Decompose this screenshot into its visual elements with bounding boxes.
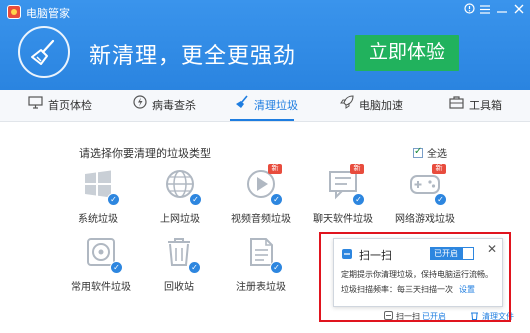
select-all-label: 全选 bbox=[427, 149, 447, 160]
junk-tile-registry[interactable]: ✓ 注册表垃圾 bbox=[224, 236, 298, 296]
check-icon: ✓ bbox=[270, 261, 283, 274]
junk-tile-system[interactable]: ✓ 系统垃圾 bbox=[61, 168, 135, 228]
new-badge: 新 bbox=[432, 164, 446, 174]
clean-files-label: 清理文件 bbox=[482, 312, 514, 321]
scan-icon bbox=[384, 311, 393, 320]
broom-icon bbox=[18, 26, 70, 78]
broom-icon bbox=[235, 90, 249, 122]
junk-tile-online-game[interactable]: 新 ✓ 网络游戏垃圾 bbox=[388, 164, 462, 228]
popup-description: 定期提示你清理垃圾，保持电脑运行流畅。 bbox=[341, 270, 493, 279]
skin-settings-icon[interactable] bbox=[461, 3, 477, 19]
nav-label: 电脑加速 bbox=[359, 100, 403, 112]
nav-label: 首页体检 bbox=[48, 100, 92, 112]
clean-files-button[interactable]: 清理文件 bbox=[470, 311, 514, 322]
check-icon: ✓ bbox=[270, 193, 283, 206]
nav-item-toolbox[interactable]: 工具箱 bbox=[449, 90, 502, 122]
junk-tile-chat[interactable]: 新 ✓ 聊天软件垃圾 bbox=[306, 164, 380, 228]
tile-label: 注册表垃圾 bbox=[236, 282, 286, 293]
nav-label: 工具箱 bbox=[469, 100, 502, 112]
select-all-checkbox[interactable]: 全选 bbox=[413, 145, 447, 160]
check-icon: ✓ bbox=[110, 261, 123, 274]
app-title: 电脑管家 bbox=[26, 8, 70, 20]
toolbox-icon bbox=[449, 90, 464, 122]
popup-title: 扫一扫 bbox=[359, 250, 392, 262]
trash-icon bbox=[470, 311, 479, 320]
junk-tile-recycle-bin[interactable]: ✓ 回收站 bbox=[142, 236, 216, 296]
minimize-icon[interactable] bbox=[494, 3, 510, 19]
scan-label: 扫一扫 bbox=[396, 312, 420, 321]
nav-label: 清理垃圾 bbox=[254, 100, 298, 112]
junk-tile-video-audio[interactable]: 新 ✓ 视频音频垃圾 bbox=[224, 164, 298, 228]
menu-icon[interactable] bbox=[477, 3, 493, 19]
check-icon: ✓ bbox=[107, 193, 120, 206]
popup-close-icon[interactable]: ✕ bbox=[485, 242, 499, 256]
junk-tile-internet[interactable]: ✓ 上网垃圾 bbox=[143, 168, 217, 228]
nav-label: 病毒查杀 bbox=[152, 100, 196, 112]
nav-item-clean-junk[interactable]: 清理垃圾 bbox=[235, 90, 298, 122]
tile-label: 网络游戏垃圾 bbox=[395, 214, 455, 225]
check-icon: ✓ bbox=[434, 193, 447, 206]
tile-label: 回收站 bbox=[164, 282, 194, 293]
settings-link[interactable]: 设置 bbox=[459, 285, 475, 294]
tile-label: 系统垃圾 bbox=[78, 214, 118, 225]
rocket-icon bbox=[340, 90, 354, 122]
nav-item-virus-scan[interactable]: 病毒查杀 bbox=[133, 90, 196, 122]
tile-label: 视频音频垃圾 bbox=[231, 214, 291, 225]
lightning-shield-icon bbox=[133, 90, 147, 122]
tile-label: 常用软件垃圾 bbox=[71, 282, 131, 293]
tile-label: 聊天软件垃圾 bbox=[313, 214, 373, 225]
scan-status[interactable]: 扫一扫 已开启 bbox=[384, 311, 446, 322]
monitor-icon bbox=[28, 90, 43, 122]
scan-reminder-popup: 扫一扫 已开启 ✕ 定期提示你清理垃圾，保持电脑运行流畅。 垃圾扫描频率：每三天… bbox=[333, 238, 503, 307]
new-badge: 新 bbox=[268, 164, 282, 174]
try-now-button[interactable]: 立即体验 bbox=[355, 35, 459, 71]
check-icon: ✓ bbox=[188, 261, 201, 274]
close-icon[interactable] bbox=[511, 3, 527, 19]
scan-icon bbox=[341, 248, 353, 260]
nav-item-speed-up[interactable]: 电脑加速 bbox=[340, 90, 403, 122]
active-tab-indicator bbox=[230, 119, 294, 121]
check-icon: ✓ bbox=[352, 193, 365, 206]
junk-tile-common-software[interactable]: ✓ 常用软件垃圾 bbox=[64, 236, 138, 296]
main-nav: 首页体检 病毒查杀 清理垃圾 电脑加速 工具箱 bbox=[0, 90, 530, 122]
checkbox-checked-icon bbox=[413, 146, 423, 158]
new-badge: 新 bbox=[350, 164, 364, 174]
check-icon: ✓ bbox=[189, 193, 202, 206]
popup-frequency: 垃圾扫描频率：每三天扫描一次 设置 bbox=[341, 284, 475, 295]
scan-toggle[interactable]: 已开启 bbox=[430, 247, 474, 260]
app-logo-icon bbox=[7, 5, 21, 19]
scan-state: 已开启 bbox=[422, 312, 446, 321]
header-banner: 电脑管家 新清理，更全更强劲 立即体验 bbox=[0, 0, 530, 90]
frequency-text: 垃圾扫描频率：每三天扫描一次 bbox=[341, 285, 453, 294]
section-label: 请选择你要清理的垃圾类型 bbox=[79, 148, 211, 160]
promo-slogan: 新清理，更全更强劲 bbox=[89, 43, 297, 68]
nav-item-checkup[interactable]: 首页体检 bbox=[28, 90, 92, 122]
tile-label: 上网垃圾 bbox=[160, 214, 200, 225]
title-bar: 电脑管家 bbox=[0, 0, 530, 24]
